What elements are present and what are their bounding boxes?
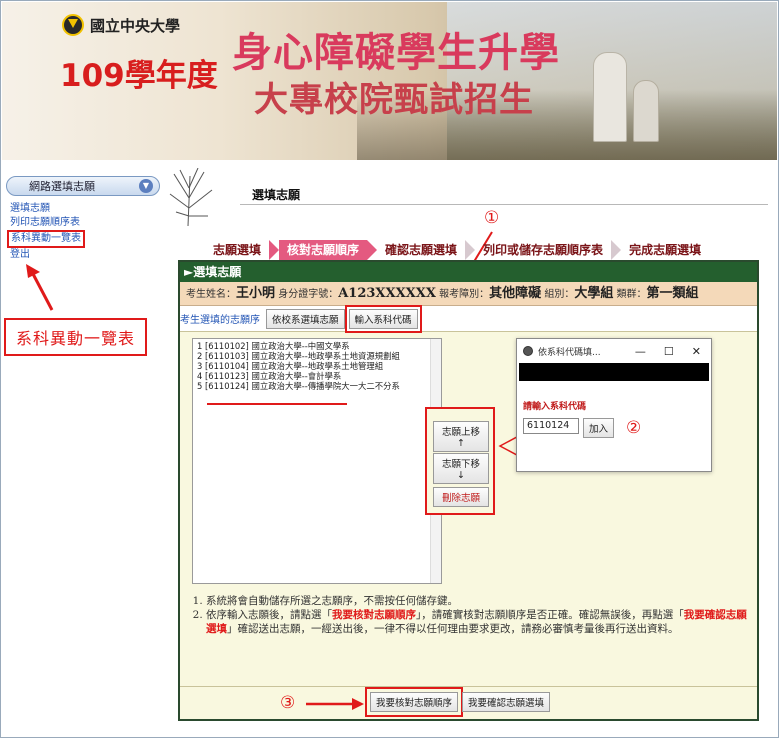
move-buttons-group: 志願上移↑ 志願下移↓ 刪除志願 [425, 407, 495, 515]
list-item[interactable]: 2 [6110103] 國立政治大學--地政學系土地資源規劃組 [197, 351, 437, 361]
banner: 國立中央大學 109學年度 身心障礙學生升學 大專校院甄試招生 [2, 2, 777, 160]
photo-sculpture-small [633, 80, 659, 142]
chevron-down-icon[interactable]: ▼ [139, 179, 153, 193]
school-name: 國立中央大學 [90, 16, 181, 35]
candidate-group: 大學組 [574, 286, 614, 301]
browser-icon [523, 346, 533, 356]
list-item[interactable]: 1 [6110102] 國立政治大學--中國文學系 [197, 341, 437, 351]
annotation-underline [207, 403, 347, 405]
dialog-body: 請輸入系科代碼 6110124 加入 ② [517, 381, 711, 438]
page-title: 選填志願 [252, 188, 301, 202]
code-field-label: 請輸入系科代碼 [523, 402, 587, 412]
main-panel: ►選填志願 考生姓名：王小明 身分證字號：A123XXXXXX 報考障別：其他障… [178, 260, 759, 721]
instructions: 系統將會自動儲存所選之志願序，不需按任何儲存鍵。 依序輸入志願後，請點選「我要核… [192, 594, 750, 636]
minimize-icon[interactable]: — [635, 345, 646, 358]
sidebar-item-print[interactable]: 列印志願順序表 [10, 216, 166, 230]
panel-header: ►選填志願 [180, 262, 757, 282]
sidebar-item-logout[interactable]: 登出 [10, 248, 166, 262]
action-bar: ③ 我要核對志願順序 我要確認志願選填 [180, 686, 757, 719]
order-toolbar: 考生選填的志願序 依校系選填志願 輸入系科代碼 [180, 304, 757, 333]
callout-label: 系科異動一覽表 [4, 318, 148, 356]
list-item[interactable]: 4 [6110123] 國立政治大學--會計學系 [197, 371, 437, 381]
candidate-cluster: 第一類組 [646, 286, 699, 301]
school-logo: 國立中央大學 [62, 14, 180, 36]
annotation-mark-3: ③ [280, 693, 296, 713]
sidebar-header-label: 網路選填志願 [29, 180, 95, 193]
enter-code-button[interactable]: 輸入系科代碼 [344, 304, 422, 333]
move-down-button[interactable]: 志願下移↓ [433, 453, 489, 484]
code-input-row: 6110124 加入 ② [523, 418, 705, 438]
category-label: 報考障別： [439, 289, 490, 300]
code-input[interactable]: 6110124 [523, 418, 579, 434]
title-divider [240, 204, 768, 205]
group-label: 組別： [544, 289, 575, 300]
step-progress: 志願選填 核對志願順序 確認志願選填 列印或儲存志願順序表 完成志願選填 [205, 240, 765, 260]
academic-year: 109學年度 [60, 58, 218, 94]
step-separator [611, 240, 622, 260]
instruction-text: 依序輸入志願後，請點選「 [206, 609, 332, 621]
close-icon[interactable]: ✕ [692, 345, 701, 358]
step-separator [465, 240, 476, 260]
instruction-1: 系統將會自動儲存所選之志願序，不需按任何儲存鍵。 [206, 594, 750, 608]
step-4: 列印或儲存志願順序表 [483, 243, 604, 257]
choice-list[interactable]: 1 [6110102] 國立政治大學--中國文學系 2 [6110103] 國立… [192, 338, 442, 584]
maximize-icon[interactable]: ☐ [664, 345, 674, 358]
step-5: 完成志願選填 [629, 243, 702, 257]
code-entry-dialog: 依系科代碼填... — ☐ ✕ 請輸入系科代碼 6110124 加入 ② [516, 338, 712, 472]
instruction-emphasis: 我要核對志願順序 [332, 609, 416, 621]
step-1: 志願選填 [213, 243, 262, 257]
banner-title-line2: 大專校院甄試招生 [254, 80, 534, 120]
instruction-text: 」確認送出志願，一經送出後，一律不得以任何理由要求更改，請務必審慎考量後再行送出… [227, 623, 679, 635]
annotation-mark-1: ① [484, 208, 500, 228]
step-separator [367, 240, 378, 260]
id-label: 身分證字號： [278, 289, 339, 300]
dialog-titlebar: 依系科代碼填... — ☐ ✕ [517, 339, 711, 363]
dialog-address-bar [519, 363, 709, 381]
order-label: 考生選填的志願序 [180, 315, 260, 326]
step-separator [269, 240, 280, 260]
name-label: 考生姓名： [186, 289, 236, 300]
banner-title-line1: 身心障礙學生升學 [232, 30, 560, 76]
delete-choice-button[interactable]: 刪除志願 [433, 487, 489, 507]
sidebar-item-select[interactable]: 選填志願 [10, 202, 166, 216]
candidate-category: 其他障礙 [489, 286, 542, 301]
window-controls: — ☐ ✕ [635, 345, 711, 358]
instruction-2: 依序輸入志願後，請點選「我要核對志願順序」，請確實核對志願順序是否正確。確認無誤… [206, 608, 750, 636]
sidebar-menu-header[interactable]: 網路選填志願 ▼ [6, 176, 160, 196]
verify-order-button[interactable]: 我要核對志願順序 [364, 687, 464, 717]
dialog-title: 依系科代碼填... [538, 347, 601, 358]
action-buttons: 我要核對志願順序 我要確認志願選填 [364, 687, 551, 717]
step-3: 確認志願選填 [385, 243, 458, 257]
plant-decoration-icon [169, 168, 213, 227]
add-code-button[interactable]: 加入 [583, 418, 615, 438]
sidebar-links: 選填志願 列印志願順序表 系科異動一覽表 登出 [6, 202, 166, 262]
confirm-choices-button[interactable]: 我要確認志願選填 [462, 692, 551, 712]
candidate-info: 考生姓名：王小明 身分證字號：A123XXXXXX 報考障別：其他障礙 組別：大… [180, 282, 757, 306]
callout-arrow-icon [26, 264, 54, 311]
school-emblem-icon [62, 14, 84, 36]
instruction-text: 」，請確實核對志願順序是否正確。確認無誤後，再點選「 [416, 609, 684, 621]
annotation-arrow-3-icon [306, 698, 364, 710]
sidebar-item-changes[interactable]: 系科異動一覽表 [7, 230, 85, 248]
cluster-label: 類群： [616, 289, 647, 300]
move-up-button[interactable]: 志願上移↑ [433, 421, 489, 452]
candidate-name: 王小明 [236, 286, 276, 301]
photo-sculpture [593, 52, 627, 142]
list-item[interactable]: 3 [6110104] 國立政治大學--地政學系土地管理組 [197, 361, 437, 371]
sidebar: 網路選填志願 ▼ 選填志願 列印志願順序表 系科異動一覽表 登出 [6, 176, 166, 262]
sort-by-school-button[interactable]: 依校系選填志願 [266, 308, 345, 329]
list-item[interactable]: 5 [6110124] 國立政治大學--傳播學院大一大二不分系 [197, 381, 437, 391]
annotation-mark-2: ② [626, 418, 642, 438]
step-2-active: 核對志願順序 [279, 240, 368, 260]
candidate-id: A123XXXXXX [338, 286, 436, 301]
